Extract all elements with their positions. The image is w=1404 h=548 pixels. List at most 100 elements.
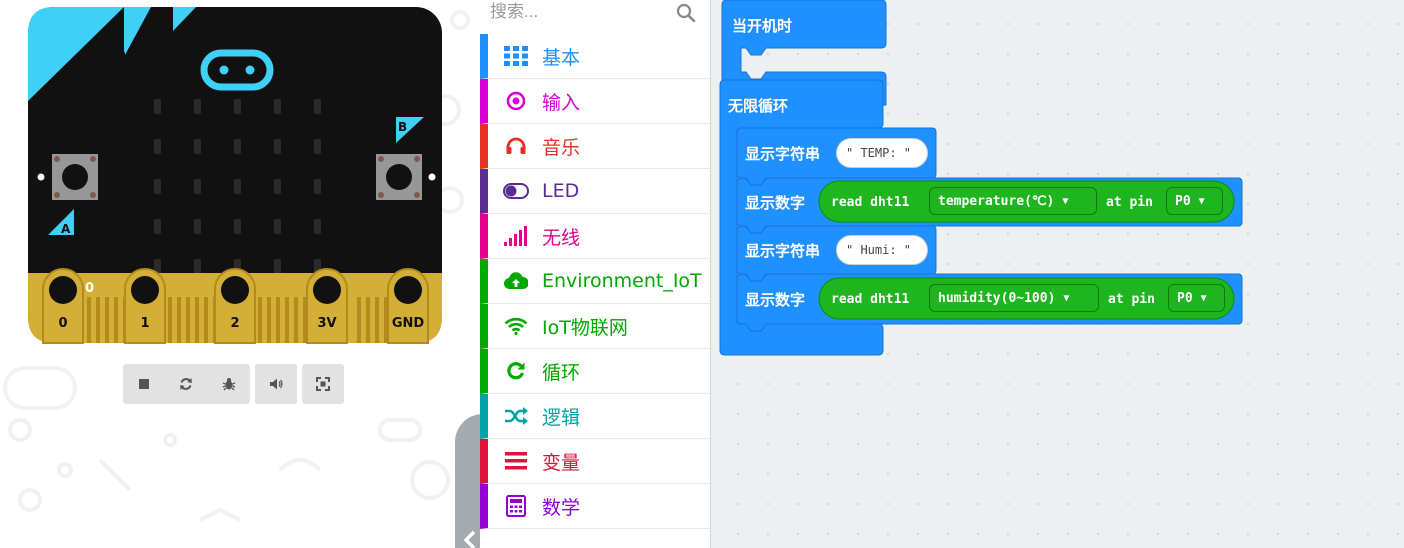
pin-4[interactable]: GND — [387, 268, 429, 344]
pin-2[interactable]: 2 — [214, 268, 256, 344]
led-r1-c2 — [234, 139, 241, 154]
show-string-label-1: 显示字符串 — [745, 145, 821, 163]
toggle-icon — [502, 183, 530, 199]
calculator-icon — [502, 495, 530, 517]
toolbox-category-9[interactable]: 变量 — [480, 439, 710, 484]
led-r1-c1 — [194, 139, 201, 154]
fullscreen-button[interactable] — [302, 364, 344, 404]
button-a[interactable] — [52, 154, 98, 200]
string-input-2[interactable]: " Humi: " — [836, 235, 928, 265]
pin-value-2: P0 — [1177, 290, 1193, 306]
on-start-label: 当开机时 — [732, 17, 793, 35]
forever-label: 无限循环 — [728, 97, 789, 115]
blocks-workspace[interactable]: 当开机时 无限循环 显示字符串 " TEMP: " 显示数字 read dht1… — [711, 0, 1404, 548]
toolbox-category-label: 音乐 — [542, 136, 581, 159]
pin-label-4: GND — [392, 316, 425, 331]
dropdown-arrow-icon: ▼ — [1200, 292, 1207, 304]
microbit-board: A B 0 1 2 3V GND 0 — [28, 7, 442, 344]
led-r3-c2 — [234, 219, 241, 234]
read-dht11-label-1: read dht11 — [831, 195, 910, 210]
toolbox-search — [480, 0, 710, 33]
led-r4-c3 — [274, 259, 281, 274]
fullscreen-icon — [316, 377, 330, 391]
toolbox-category-7[interactable]: 循环 — [480, 349, 710, 394]
toolbox-category-label: 循环 — [542, 361, 581, 384]
led-r3-c0 — [154, 219, 161, 234]
bug-icon — [222, 378, 235, 391]
at-pin-label-2: at pin — [1108, 292, 1155, 307]
button-b-label: B — [398, 120, 407, 134]
grid-icon — [502, 46, 530, 66]
search-icon[interactable] — [676, 3, 696, 23]
signal-bars-icon — [502, 226, 530, 246]
toolbox-category-label: IoT物联网 — [542, 316, 628, 339]
toolbox-category-label: 逻辑 — [542, 406, 581, 429]
pin-label-0: 0 — [58, 316, 67, 331]
chevron-left-icon — [463, 530, 476, 548]
pin-3[interactable]: 3V — [306, 268, 348, 344]
toolbox: 基本输入音乐 LED 无线 Environment_IoT IoT物联网循环逻辑变量数学 — [480, 0, 711, 548]
measurement-value-1: temperature(℃) — [938, 193, 1055, 209]
measurement-dropdown-2[interactable]: humidity(0~100) ▼ — [929, 284, 1099, 312]
show-number-label-2: 显示数字 — [745, 291, 806, 309]
wifi-icon — [502, 317, 530, 335]
toolbox-category-1[interactable]: 输入 — [480, 79, 710, 124]
toolbox-category-2[interactable]: 音乐 — [480, 124, 710, 169]
shuffle-icon — [502, 407, 530, 425]
led-r2-c4 — [314, 179, 321, 194]
at-pin-label-1: at pin — [1106, 195, 1153, 210]
simulator-panel: A B 0 1 2 3V GND 0 — [0, 0, 480, 548]
toolbox-category-label: 数学 — [542, 496, 581, 519]
led-r1-c0 — [154, 139, 161, 154]
led-r3-c1 — [194, 219, 201, 234]
stop-icon — [139, 379, 149, 389]
toolbox-category-label: 输入 — [542, 91, 581, 114]
loop-icon — [502, 361, 530, 381]
toolbox-category-6[interactable]: IoT物联网 — [480, 304, 710, 349]
toolbox-category-label: 变量 — [542, 451, 581, 474]
led-r3-c4 — [314, 219, 321, 234]
headphones-icon — [502, 136, 530, 156]
pin-1[interactable]: 1 — [124, 268, 166, 344]
led-r0-c2 — [234, 99, 241, 114]
dropdown-arrow-icon: ▼ — [1062, 195, 1069, 207]
button-b[interactable] — [376, 154, 422, 200]
led-r1-c4 — [314, 139, 321, 154]
dropdown-arrow-icon: ▼ — [1198, 195, 1205, 207]
toolbox-category-4[interactable]: 无线 — [480, 214, 710, 259]
measurement-dropdown-1[interactable]: temperature(℃) ▼ — [929, 187, 1097, 215]
toolbox-category-label: Environment_IoT — [542, 270, 702, 292]
list-icon — [502, 452, 530, 470]
toolbox-category-5[interactable]: Environment_IoT — [480, 259, 710, 304]
stop-button[interactable] — [123, 364, 165, 404]
toolbox-category-3[interactable]: LED — [480, 169, 710, 214]
toolbox-category-0[interactable]: 基本 — [480, 34, 710, 79]
pin-label-1: 1 — [140, 316, 149, 331]
speaker-icon — [270, 378, 283, 390]
blocks-canvas — [719, 0, 1243, 356]
led-r2-c0 — [154, 179, 161, 194]
toolbox-category-10[interactable]: 数学 — [480, 484, 710, 529]
pin-label-2: 2 — [230, 316, 239, 331]
toolbox-category-label: 基本 — [542, 46, 581, 69]
show-string-label-2: 显示字符串 — [745, 242, 821, 260]
led-r0-c3 — [274, 99, 281, 114]
debug-button[interactable] — [207, 364, 250, 404]
toolbox-category-8[interactable]: 逻辑 — [480, 394, 710, 439]
pin-dropdown-1[interactable]: P0 ▼ — [1166, 187, 1223, 215]
mute-button[interactable] — [255, 364, 297, 404]
string-input-1[interactable]: " TEMP: " — [836, 138, 928, 168]
restart-icon — [180, 378, 192, 390]
led-r2-c1 — [194, 179, 201, 194]
pin-0[interactable]: 0 — [42, 268, 84, 344]
toolbox-category-label: LED — [542, 180, 580, 202]
dropdown-arrow-icon: ▼ — [1063, 292, 1070, 304]
search-input[interactable] — [490, 0, 670, 24]
led-r0-c4 — [314, 99, 321, 114]
measurement-value-2: humidity(0~100) — [938, 290, 1056, 306]
pin-value-1: P0 — [1175, 193, 1191, 209]
cloud-upload-icon — [502, 272, 530, 290]
restart-button[interactable] — [165, 364, 207, 404]
led-r0-c0 — [154, 99, 161, 114]
pin-dropdown-2[interactable]: P0 ▼ — [1168, 284, 1225, 312]
